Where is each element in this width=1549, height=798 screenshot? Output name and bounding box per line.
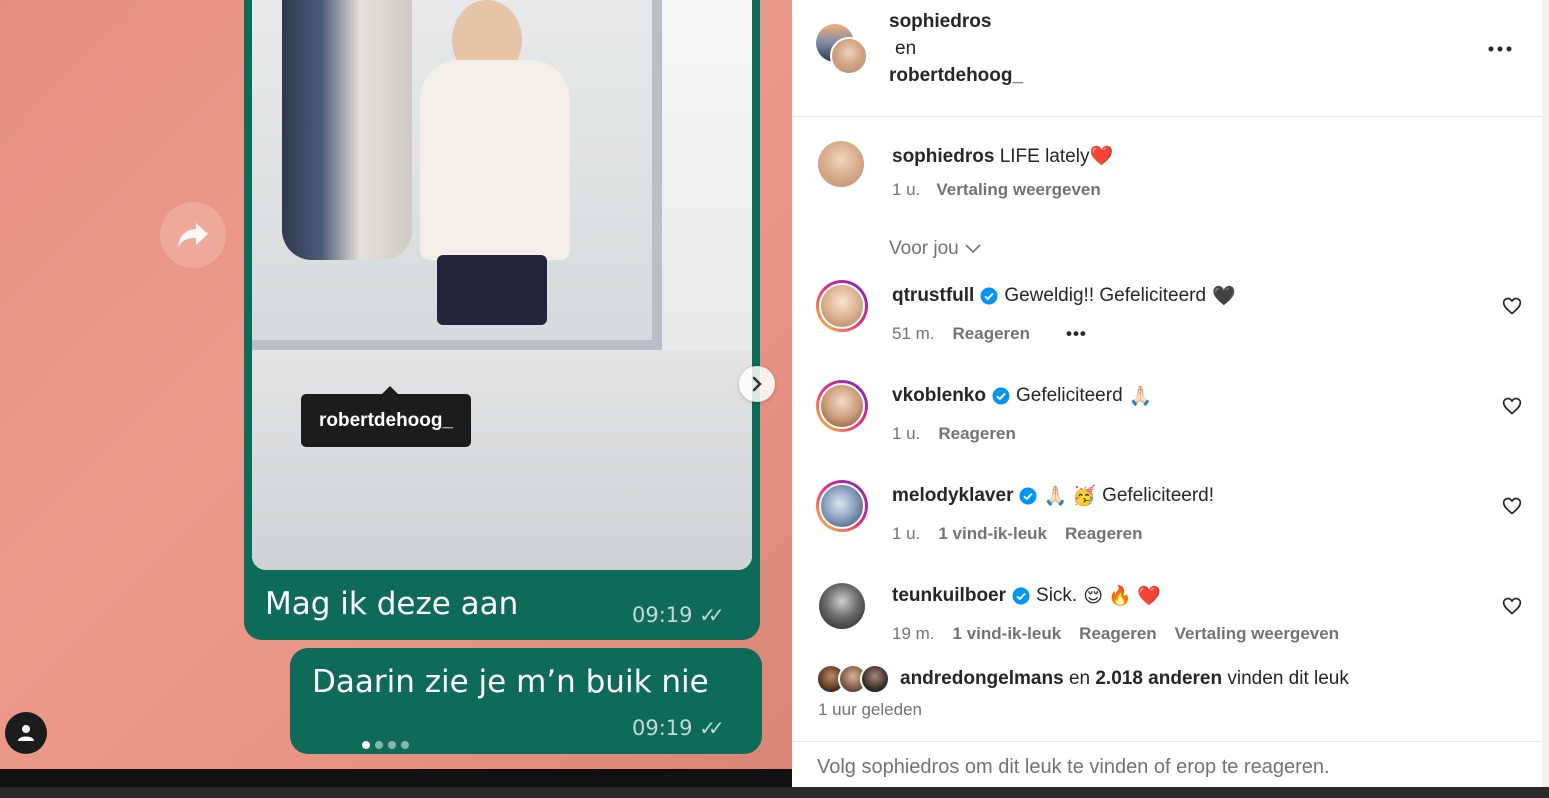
carousel-dot (401, 741, 409, 749)
caption-meta: 1 u. Vertaling weergeven (892, 180, 1101, 200)
instagram-post-modal: Mag ik deze aan 09:19 ✓✓ Daarin zie je m… (0, 0, 1549, 798)
chat-time-1: 09:19 ✓✓ (632, 603, 725, 627)
double-check-icon: ✓✓ (699, 716, 724, 740)
next-slide-button[interactable] (739, 366, 775, 402)
translate-link[interactable]: Vertaling weergeven (936, 180, 1100, 200)
translate-link[interactable]: Vertaling weergeven (1175, 624, 1339, 644)
commenter-avatar[interactable] (816, 380, 868, 432)
caption-time: 1 u. (892, 180, 921, 199)
mirror-selfie-photo (252, 0, 752, 570)
comment-username[interactable]: qtrustfull (892, 285, 974, 307)
user-icon (18, 725, 34, 741)
comment-text: Gefeliciteerd! (1102, 485, 1215, 506)
carousel-dot (362, 741, 370, 749)
post-header: sophiedros en robertdehoog_ (792, 0, 1542, 117)
like-heart-icon[interactable] (1502, 396, 1522, 416)
comment-likes[interactable]: 1 vind-ik-leuk (953, 624, 1062, 644)
comment-item: vkoblenko Gefeliciteerd 🙏🏻 1 u. Reageren (792, 380, 1542, 470)
caption-username[interactable]: sophiedros (892, 146, 994, 167)
liker-username[interactable]: andredongelmans (900, 668, 1064, 689)
like-heart-icon[interactable] (1502, 296, 1522, 316)
comment-emoji: 🖤 (1212, 286, 1236, 307)
reply-button[interactable]: Reageren (1079, 624, 1156, 644)
more-options-icon[interactable] (1487, 36, 1513, 62)
comment-time: 1 u. (892, 424, 921, 443)
comment-text: Geweldig!! Gefeliciteerd (1004, 285, 1207, 306)
liker-avatars[interactable] (816, 664, 890, 694)
chat-time-2: 09:19 ✓✓ (632, 716, 725, 740)
caption: sophiedros LIFE lately❤️ (892, 144, 1113, 168)
comment-text: Sick. (1036, 585, 1078, 606)
comment-text: Gefeliciteerd (1015, 385, 1123, 406)
like-heart-icon[interactable] (1502, 596, 1522, 616)
post-details-panel: sophiedros en robertdehoog_ sophiedros L… (792, 0, 1542, 787)
comment-username[interactable]: vkoblenko (892, 385, 986, 407)
collaborator-avatar[interactable] (830, 37, 868, 75)
comment-emoji: 🙏🏻 (1128, 386, 1153, 407)
liker-avatar (860, 664, 890, 694)
likes-summary: andredongelmans en 2.018 anderen vinden … (816, 664, 1349, 694)
share-arrow-icon[interactable] (160, 202, 226, 268)
verified-badge-icon (992, 387, 1010, 405)
caption-avatar[interactable] (818, 141, 864, 187)
reply-button[interactable]: Reageren (953, 324, 1030, 344)
caption-emoji: ❤️ (1089, 146, 1114, 167)
comment-time: 19 m. (892, 624, 935, 643)
comment-emoji: 🙏🏻 🥳 (1043, 486, 1097, 507)
commenter-avatar[interactable] (816, 280, 868, 332)
comment-time: 51 m. (892, 324, 935, 343)
chevron-right-icon (752, 376, 762, 392)
post-media[interactable]: Mag ik deze aan 09:19 ✓✓ Daarin zie je m… (0, 0, 792, 787)
collab-joiner: en (895, 38, 917, 59)
verified-badge-icon (1012, 587, 1030, 605)
carousel-dots (362, 741, 409, 749)
like-heart-icon[interactable] (1502, 496, 1522, 516)
comment-time: 1 u. (892, 524, 921, 543)
comment-item: teunkuilboer Sick. 😌 🔥 ❤️ 19 m. 1 vind-i… (792, 580, 1542, 670)
verified-badge-icon (1019, 487, 1037, 505)
comment-username[interactable]: teunkuilboer (892, 585, 1006, 607)
commenter-avatar[interactable] (816, 480, 868, 532)
likes-text: andredongelmans en 2.018 anderen vinden … (900, 668, 1349, 689)
collaborator-username[interactable]: robertdehoog_ (889, 65, 1023, 87)
comment-emoji: 😌 🔥 ❤️ (1083, 586, 1161, 607)
follow-prompt[interactable]: Volg sophiedros om dit leuk te vinden of… (817, 756, 1330, 779)
reply-button[interactable]: Reageren (938, 424, 1015, 444)
likes-count[interactable]: 2.018 anderen (1095, 668, 1222, 689)
comments-filter-dropdown[interactable]: Voor jou (889, 238, 981, 260)
comment-item: melodyklaver 🙏🏻 🥳 Gefeliciteerd! 1 u. 1 … (792, 480, 1542, 570)
comment-footer: Volg sophiedros om dit leuk te vinden of… (792, 741, 1542, 787)
background-strip (0, 787, 1549, 798)
carousel-dot (375, 741, 383, 749)
comment-item: qtrustfull Geweldig!! Gefeliciteerd 🖤 51… (792, 280, 1542, 370)
author-username[interactable]: sophiedros (889, 11, 991, 33)
post-timestamp[interactable]: 1 uur geleden (818, 700, 922, 720)
verified-badge-icon (980, 287, 998, 305)
comment-more-icon[interactable]: ••• (1066, 324, 1087, 344)
chat-message-2: Daarin zie je m’n buik nie (312, 664, 709, 700)
comment-username[interactable]: melodyklaver (892, 485, 1013, 507)
user-tag-tooltip[interactable]: robertdehoog_ (301, 386, 472, 447)
carousel-dot (388, 741, 396, 749)
commenter-avatar[interactable] (816, 580, 868, 632)
caption-text: LIFE lately (999, 146, 1090, 167)
reply-button[interactable]: Reageren (1065, 524, 1142, 544)
tagged-users-button[interactable] (5, 712, 47, 754)
comment-likes[interactable]: 1 vind-ik-leuk (938, 524, 1047, 544)
double-check-icon: ✓✓ (699, 603, 724, 627)
chevron-down-icon (965, 244, 981, 254)
scrollbar[interactable] (1542, 0, 1549, 787)
chat-message-1: Mag ik deze aan (265, 586, 519, 622)
